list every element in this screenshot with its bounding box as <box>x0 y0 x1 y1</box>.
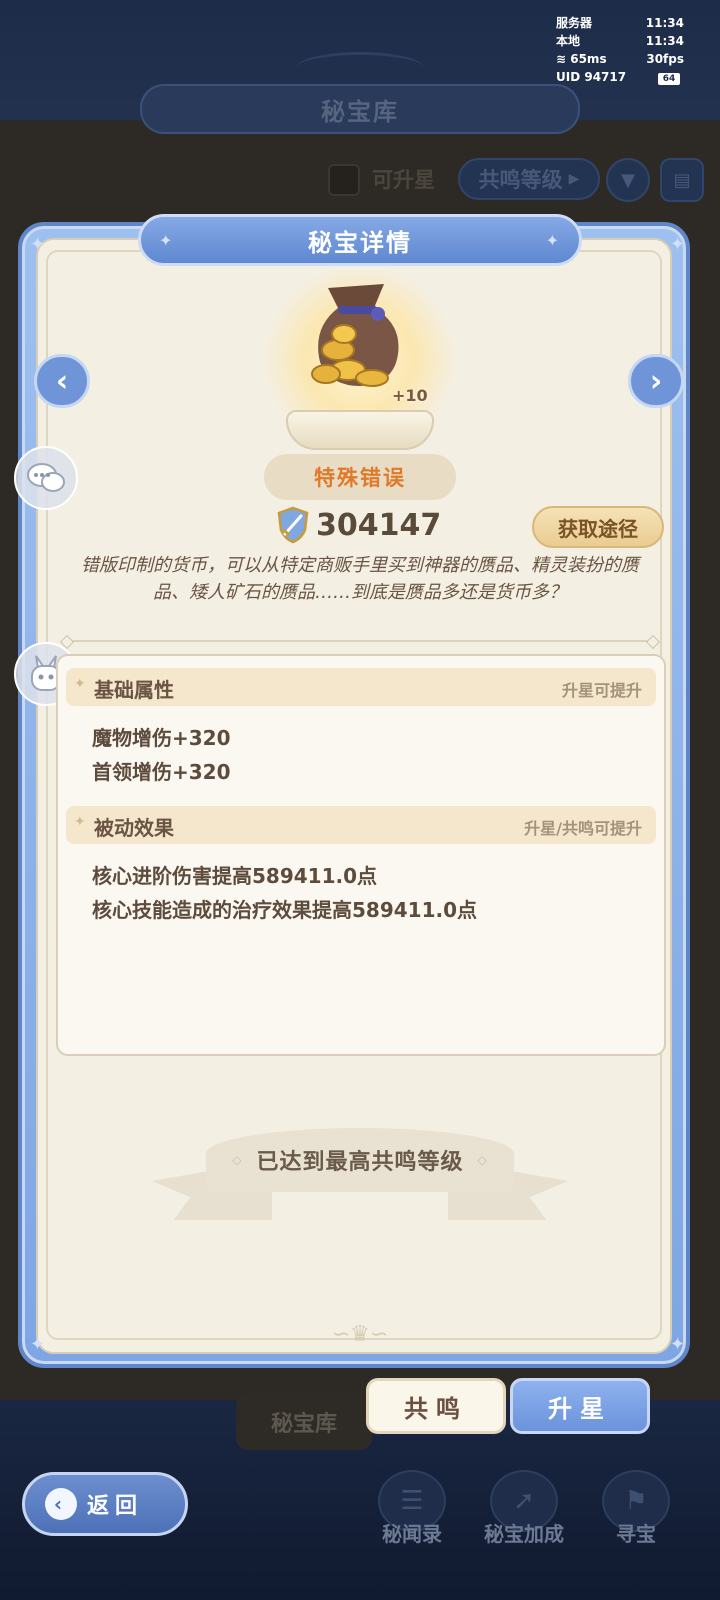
item-name-plate: 特殊错误 <box>264 454 456 500</box>
diamond-icon: ◇ <box>477 1153 488 1167</box>
obtain-source-button[interactable]: 获取途径 <box>532 506 664 548</box>
ping-readout: ≋ 65ms <box>556 50 607 68</box>
server-time: 11:34 <box>645 16 684 30</box>
back-button[interactable]: ‹ 返回 <box>22 1472 188 1536</box>
item-pedestal <box>286 410 434 450</box>
battery-icon: 64 <box>658 73 680 85</box>
chat-button[interactable] <box>14 446 78 510</box>
tab-resonance[interactable]: 共鸣 <box>366 1378 506 1434</box>
ping-value: 65ms <box>570 52 607 66</box>
diamond-icon: ◇ <box>232 1153 243 1167</box>
fps-value: 30fps <box>646 52 684 66</box>
passive-effect-line: 核心技能造成的治疗效果提高589411.0点 <box>92 898 478 922</box>
uid-value: UID 94717 <box>556 70 627 84</box>
section-divider <box>66 640 654 642</box>
wifi-icon: ≋ <box>556 52 571 66</box>
max-resonance-banner: ◇ 已达到最高共鸣等级 ◇ <box>206 1128 514 1192</box>
server-label: 服务器 <box>556 16 593 30</box>
codex-button[interactable]: ▤ <box>660 158 704 202</box>
corner-star-icon: ✦ <box>30 234 46 255</box>
passive-effects-header: ✦ 被动效果 升星/共鸣可提升 <box>66 806 656 844</box>
background-page-title: 秘宝库 <box>140 84 580 134</box>
nav-secret-records[interactable]: ☰ 秘闻录 <box>362 1470 462 1560</box>
filter-icon: ▼ <box>621 169 635 191</box>
corner-star-icon: ✦ <box>670 234 686 255</box>
upgradable-checkbox[interactable] <box>328 164 360 196</box>
shield-sword-icon <box>277 506 309 544</box>
filter-button[interactable]: ▼ <box>606 158 650 202</box>
passive-effects-title: 被动效果 <box>94 816 174 840</box>
basic-attribute-line: 魔物增伤+320 <box>92 726 231 750</box>
arrow-left-icon: ‹ <box>55 363 69 399</box>
chevron-right-icon: ▶ <box>568 171 580 187</box>
resonance-level-sort-button[interactable]: 共鸣等级 ▶ <box>458 158 600 200</box>
local-time: 11:34 <box>645 34 684 48</box>
header-ornament <box>296 52 424 84</box>
crown-ornament-icon: ∽♛∽ <box>331 1322 389 1347</box>
nav-label: 秘闻录 <box>382 1522 442 1546</box>
basic-attribute-line: 首领增伤+320 <box>92 760 231 784</box>
nav-label: 寻宝 <box>616 1522 656 1546</box>
nav-treasure-hunt[interactable]: ⚑ 寻宝 <box>586 1470 686 1560</box>
book-icon: ▤ <box>673 169 691 191</box>
basic-attributes-hint: 升星可提升 <box>561 681 642 700</box>
back-label: 返回 <box>87 1494 144 1519</box>
coin-bag-icon <box>311 284 399 387</box>
arrow-right-icon: › <box>649 363 663 399</box>
attributes-panel <box>56 654 666 1056</box>
local-label: 本地 <box>556 34 581 48</box>
previous-item-button[interactable]: ‹ <box>34 354 90 408</box>
enhance-level-tag: +10 <box>392 386 428 405</box>
upgradable-label: 可升星 <box>372 168 435 192</box>
corner-star-icon: ✦ <box>670 1334 686 1355</box>
max-resonance-text: 已达到最高共鸣等级 <box>256 1150 464 1175</box>
tab-star-up[interactable]: 升星 <box>510 1378 650 1434</box>
nav-label: 秘宝加成 <box>484 1522 564 1546</box>
item-description: 错版印制的货币，可以从特定商贩手里买到神器的赝品、精灵装扮的赝品、矮人矿石的赝品… <box>81 555 639 603</box>
chat-bubbles-icon <box>27 463 65 492</box>
sparkle-icon: ✦ <box>545 230 561 250</box>
combat-power-value: 304147 <box>316 507 442 543</box>
modal-title: 秘宝详情 <box>308 228 412 257</box>
combat-power: 304147 <box>276 504 441 546</box>
status-overlay: 服务器 11:34 本地 11:34 ≋ 65ms 30fps UID 94717 64 <box>556 14 684 90</box>
battery-indicator: 64 <box>658 68 684 86</box>
passive-effects-hint: 升星/共鸣可提升 <box>524 819 642 838</box>
modal-title-bar: ✦ 秘宝详情 ✦ <box>138 214 582 266</box>
resonance-level-label: 共鸣等级 <box>478 168 563 192</box>
sparkle-icon: ✦ <box>74 814 86 830</box>
passive-effect-line: 核心进阶伤害提高589411.0点 <box>92 864 378 888</box>
basic-attributes-header: ✦ 基础属性 升星可提升 <box>66 668 656 706</box>
corner-star-icon: ✦ <box>30 1334 46 1355</box>
arrow-left-icon: ‹ <box>45 1488 77 1520</box>
basic-attributes-title: 基础属性 <box>94 678 174 702</box>
filter-row: 可升星 共鸣等级 ▶ ▼ ▤ <box>0 156 720 204</box>
sparkle-icon: ✦ <box>74 676 86 692</box>
item-name: 特殊错误 <box>314 466 406 490</box>
sparkle-icon: ✦ <box>159 230 175 250</box>
nav-treasure-bonus[interactable]: ➚ 秘宝加成 <box>474 1470 574 1560</box>
next-item-button[interactable]: › <box>628 354 684 408</box>
treasury-tab[interactable]: 秘宝库 <box>236 1394 372 1450</box>
